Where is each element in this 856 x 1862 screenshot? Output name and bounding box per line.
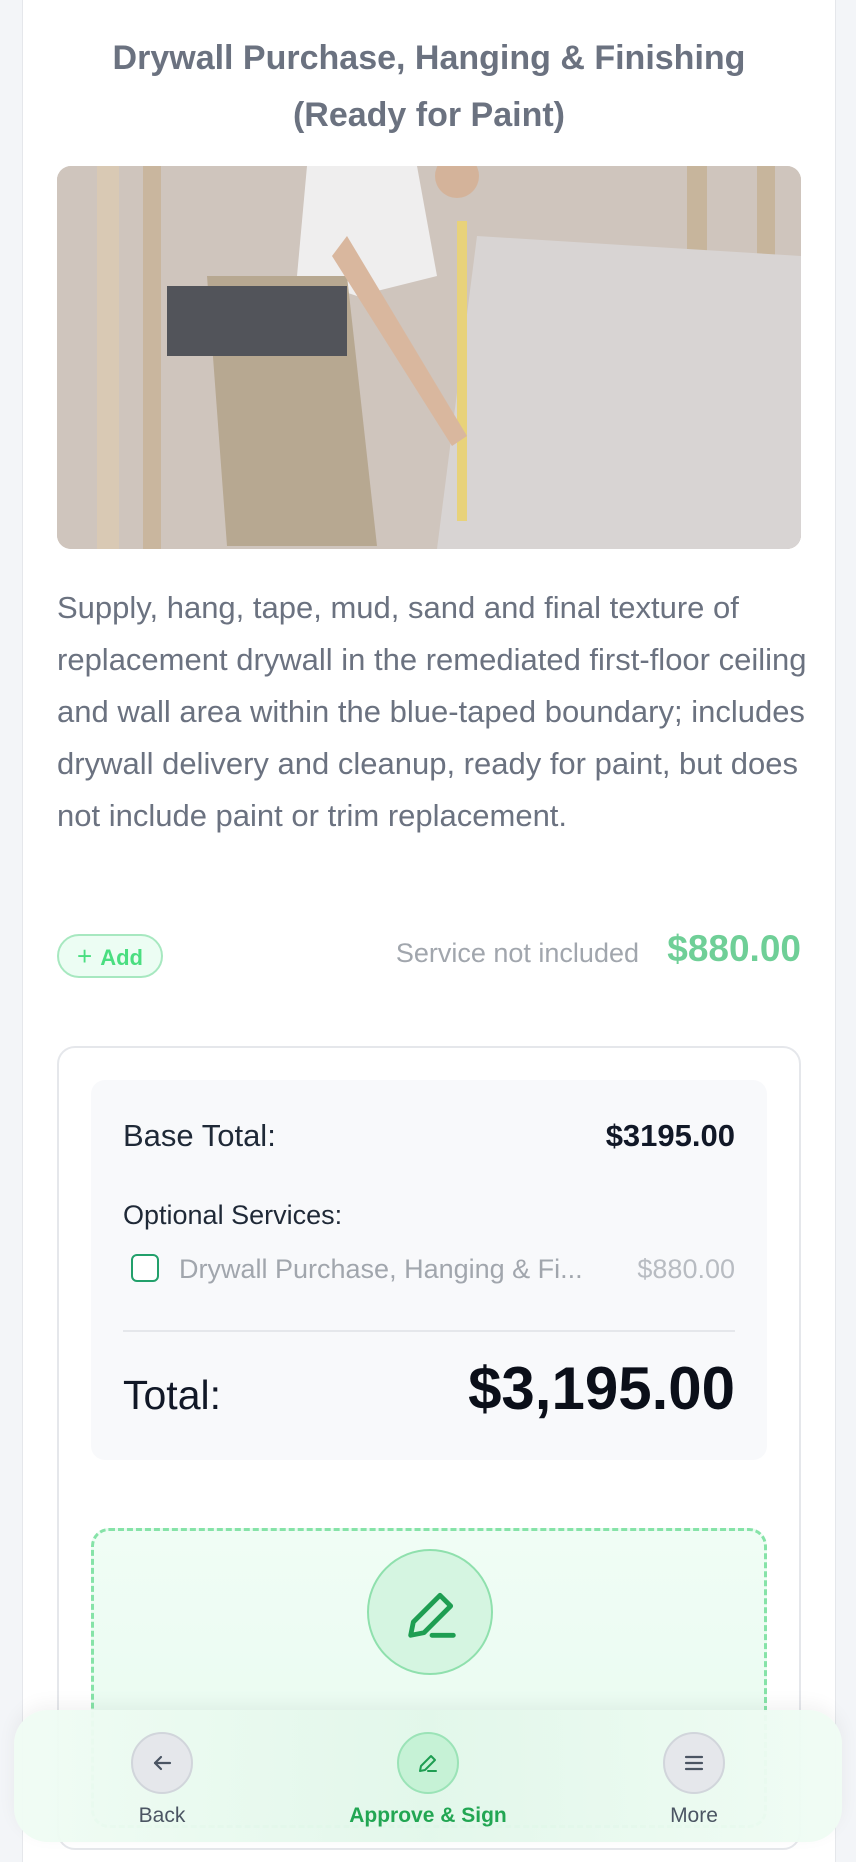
totals-panel: Base Total: $3195.00 Optional Services: … (91, 1080, 767, 1460)
optional-service-checkbox[interactable] (131, 1254, 159, 1282)
optional-service-row[interactable]: Drywall Purchase, Hanging & Fi... $880.0… (131, 1250, 735, 1290)
add-button-label: Add (100, 945, 143, 970)
more-label: More (670, 1804, 718, 1827)
back-label: Back (138, 1804, 186, 1827)
total-label: Total: (123, 1372, 221, 1418)
divider (123, 1330, 735, 1332)
service-title: Drywall Purchase, Hanging & Finishing (R… (112, 39, 746, 134)
service-photo (57, 166, 801, 549)
approve-sign-button[interactable]: Approve & Sign (348, 1732, 508, 1828)
optional-service-name: Drywall Purchase, Hanging & Fi... (179, 1254, 583, 1284)
service-description: Supply, hang, tape, mud, sand and final … (57, 590, 807, 833)
estimate-page: Drywall Purchase, Hanging & Finishing (R… (22, 0, 836, 1862)
optional-service-price: $880.00 (637, 1254, 735, 1284)
bottom-navigation: Back Approve & Sign More (14, 1710, 842, 1842)
approve-sign-label: Approve & Sign (349, 1804, 507, 1827)
service-status-text: Service not included (395, 938, 639, 968)
arrow-left-icon (131, 1732, 193, 1794)
optional-services-label: Optional Services: (123, 1200, 343, 1230)
plus-icon: + (77, 941, 93, 971)
more-button[interactable]: More (614, 1732, 774, 1828)
base-total-value: $3195.00 (605, 1118, 735, 1153)
total-value: $3,195.00 (468, 1355, 735, 1422)
base-total-label: Base Total: (123, 1118, 276, 1153)
pen-icon (367, 1549, 493, 1675)
pen-icon (397, 1732, 459, 1794)
service-price: $880.00 (667, 928, 801, 969)
back-button[interactable]: Back (82, 1732, 242, 1828)
add-service-button[interactable]: + Add (57, 934, 163, 978)
menu-icon (663, 1732, 725, 1794)
